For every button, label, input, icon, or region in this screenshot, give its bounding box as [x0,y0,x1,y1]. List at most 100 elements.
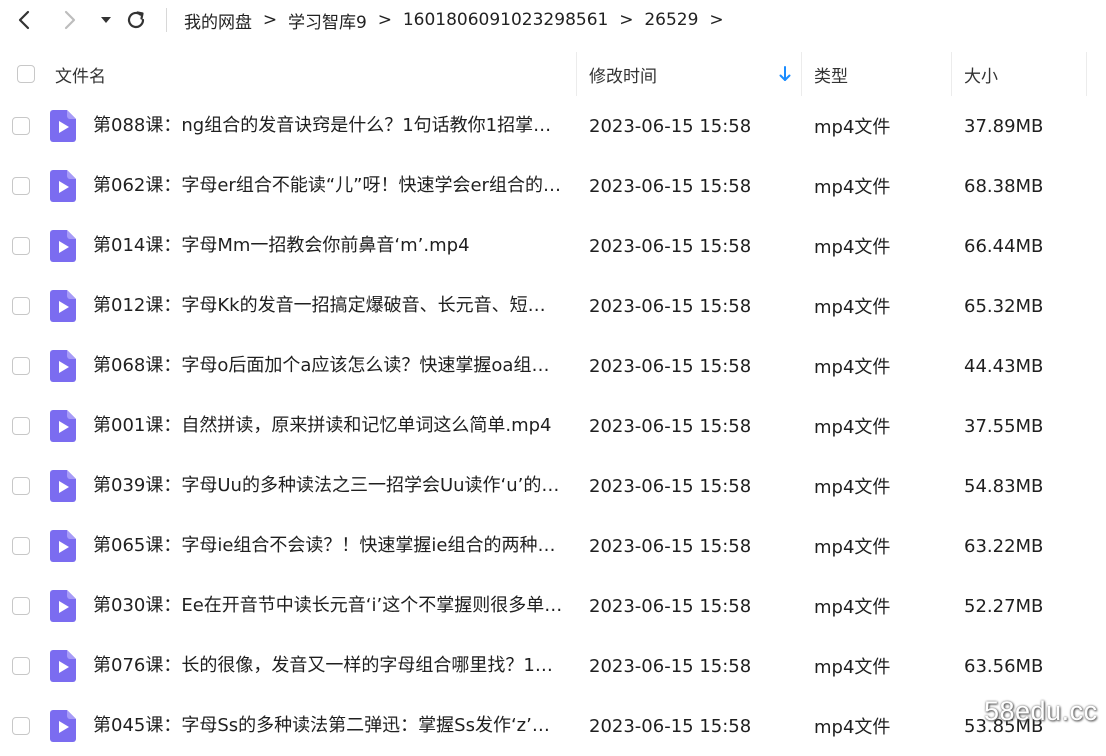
column-header-type[interactable]: 类型 [814,52,848,96]
breadcrumb-separator: > [377,10,392,30]
file-type: mp4文件 [814,717,891,738]
breadcrumb-separator: > [619,10,634,30]
row-checkbox[interactable] [12,237,30,255]
file-modified-time: 2023-06-15 15:58 [589,235,752,257]
file-size: 44.43MB [964,355,1044,377]
breadcrumb-item-folder[interactable]: 学习智库9 [288,8,367,33]
file-type: mp4文件 [814,357,891,378]
breadcrumb-item-subfolder[interactable]: 1601806091023298561 [403,10,609,30]
history-dropdown-button[interactable] [92,6,120,34]
toolbar: 我的网盘 > 学习智库9 > 1601806091023298561 > 265… [0,0,1106,42]
column-header-modified[interactable]: 修改时间 [589,52,657,96]
row-checkbox-cell[interactable] [12,576,30,636]
file-type: mp4文件 [814,297,891,318]
row-checkbox[interactable] [12,657,30,675]
chevron-left-icon [18,10,30,30]
file-modified-time: 2023-06-15 15:58 [589,295,752,317]
table-row[interactable]: 第014课：字母Mm一招教会你前鼻音‘m’.mp4 2023-06-15 15:5… [0,216,1106,276]
table-row[interactable]: 第088课：ng组合的发音诀窍是什么？1句话教你1招掌握ng组合.mp4 2023… [0,96,1106,156]
file-name[interactable]: 第088课：ng组合的发音诀窍是什么？1句话教你1招掌握ng组合.mp4 [93,96,563,156]
refresh-button[interactable] [122,6,150,34]
table-row[interactable]: 第001课：自然拼读，原来拼读和记忆单词这么简单.mp4 2023-06-15 1… [0,396,1106,456]
table-row[interactable]: 第076课：长的很像，发音又一样的字母组合哪里找？1招搞定.mp4 2023-06… [0,636,1106,696]
breadcrumb-item-root[interactable]: 我的网盘 [184,8,252,33]
file-modified-time: 2023-06-15 15:58 [589,355,752,377]
video-file-icon [50,636,76,696]
row-checkbox[interactable] [12,537,30,555]
file-type: mp4文件 [814,417,891,438]
table-row[interactable]: 第039课：字母Uu的多种读法之三一招学会Uu读作‘u’的情况.mp4 2023-… [0,456,1106,516]
video-file-icon [50,396,76,456]
table-row[interactable]: 第012课：字母Kk的发音一招搞定爆破音、长元音、短元音.mp4 2023-06-… [0,276,1106,336]
row-checkbox-cell[interactable] [12,696,30,756]
file-size: 65.32MB [964,295,1044,317]
row-checkbox[interactable] [12,297,30,315]
file-name[interactable]: 第014课：字母Mm一招教会你前鼻音‘m’.mp4 [93,216,563,276]
column-header-name[interactable]: 文件名 [55,52,106,96]
file-modified-time: 2023-06-15 15:58 [589,715,752,737]
file-name[interactable]: 第068课：字母o后面加个a应该怎么读？快速掌握oa组合的发音.mp4 [93,336,563,396]
file-type: mp4文件 [814,237,891,258]
select-all-checkbox-cell[interactable] [17,52,35,96]
back-button[interactable] [10,6,38,34]
table-row[interactable]: 第065课：字母ie组合不会读？！快速掌握ie组合的两种读音.mp4 2023-0… [0,516,1106,576]
file-name[interactable]: 第065课：字母ie组合不会读？！快速掌握ie组合的两种读音.mp4 [93,516,563,576]
table-row[interactable]: 第062课：字母er组合不能读“儿”呀！快速学会er组合的正确读音.mp4 202… [0,156,1106,216]
video-file-icon [50,216,76,276]
row-checkbox-cell[interactable] [12,396,30,456]
table-row[interactable]: 第030课：Ee在开音节中读长元音‘i’这个不掌握则很多单词读不对.mp4 202… [0,576,1106,636]
row-checkbox-cell[interactable] [12,276,30,336]
file-size: 37.89MB [964,115,1044,137]
file-name[interactable]: 第045课：字母Ss的多种读法第二弹迅：掌握Ss发作‘z’的情况.mp4 [93,696,563,756]
row-checkbox-cell[interactable] [12,636,30,696]
file-name[interactable]: 第076课：长的很像，发音又一样的字母组合哪里找？1招搞定.mp4 [93,636,563,696]
breadcrumb-item-current[interactable]: 26529 [644,10,698,30]
file-name[interactable]: 第039课：字母Uu的多种读法之三一招学会Uu读作‘u’的情况.mp4 [93,456,563,516]
file-size: 54.83MB [964,475,1044,497]
column-header-size[interactable]: 大小 [964,52,998,96]
row-checkbox-cell[interactable] [12,96,30,156]
file-modified-time: 2023-06-15 15:58 [589,475,752,497]
row-checkbox[interactable] [12,417,30,435]
row-checkbox[interactable] [12,477,30,495]
row-checkbox-cell[interactable] [12,216,30,276]
video-file-icon [50,336,76,396]
video-file-icon [50,696,76,756]
file-list: 第088课：ng组合的发音诀窍是什么？1句话教你1招掌握ng组合.mp4 2023… [0,96,1106,756]
file-name[interactable]: 第030课：Ee在开音节中读长元音‘i’这个不掌握则很多单词读不对.mp4 [93,576,563,636]
forward-button[interactable] [56,6,84,34]
file-modified-time: 2023-06-15 15:58 [589,535,752,557]
row-checkbox-cell[interactable] [12,516,30,576]
row-checkbox[interactable] [12,177,30,195]
table-row[interactable]: 第068课：字母o后面加个a应该怎么读？快速掌握oa组合的发音.mp4 2023-… [0,336,1106,396]
row-checkbox[interactable] [12,597,30,615]
video-file-icon [50,456,76,516]
file-size: 63.56MB [964,655,1044,677]
column-divider[interactable] [951,52,952,96]
row-checkbox[interactable] [12,717,30,735]
table-row[interactable]: 第045课：字母Ss的多种读法第二弹迅：掌握Ss发作‘z’的情况.mp4 2023… [0,696,1106,756]
video-file-icon [50,516,76,576]
column-divider[interactable] [1086,52,1087,96]
arrow-down-icon[interactable] [778,65,792,83]
file-size: 37.55MB [964,415,1044,437]
column-divider[interactable] [801,52,802,96]
video-file-icon [50,96,76,156]
file-name[interactable]: 第062课：字母er组合不能读“儿”呀！快速学会er组合的正确读音.mp4 [93,156,563,216]
select-all-checkbox[interactable] [17,65,35,83]
file-modified-time: 2023-06-15 15:58 [589,595,752,617]
caret-down-icon [101,17,111,23]
row-checkbox-cell[interactable] [12,336,30,396]
row-checkbox[interactable] [12,117,30,135]
row-checkbox-cell[interactable] [12,456,30,516]
row-checkbox-cell[interactable] [12,156,30,216]
row-checkbox[interactable] [12,357,30,375]
file-name[interactable]: 第001课：自然拼读，原来拼读和记忆单词这么简单.mp4 [93,396,563,456]
file-type: mp4文件 [814,597,891,618]
refresh-icon [127,11,145,29]
breadcrumb-separator: > [262,10,278,30]
video-file-icon [50,576,76,636]
file-name[interactable]: 第012课：字母Kk的发音一招搞定爆破音、长元音、短元音.mp4 [93,276,563,336]
file-type: mp4文件 [814,177,891,198]
column-divider[interactable] [576,52,577,96]
